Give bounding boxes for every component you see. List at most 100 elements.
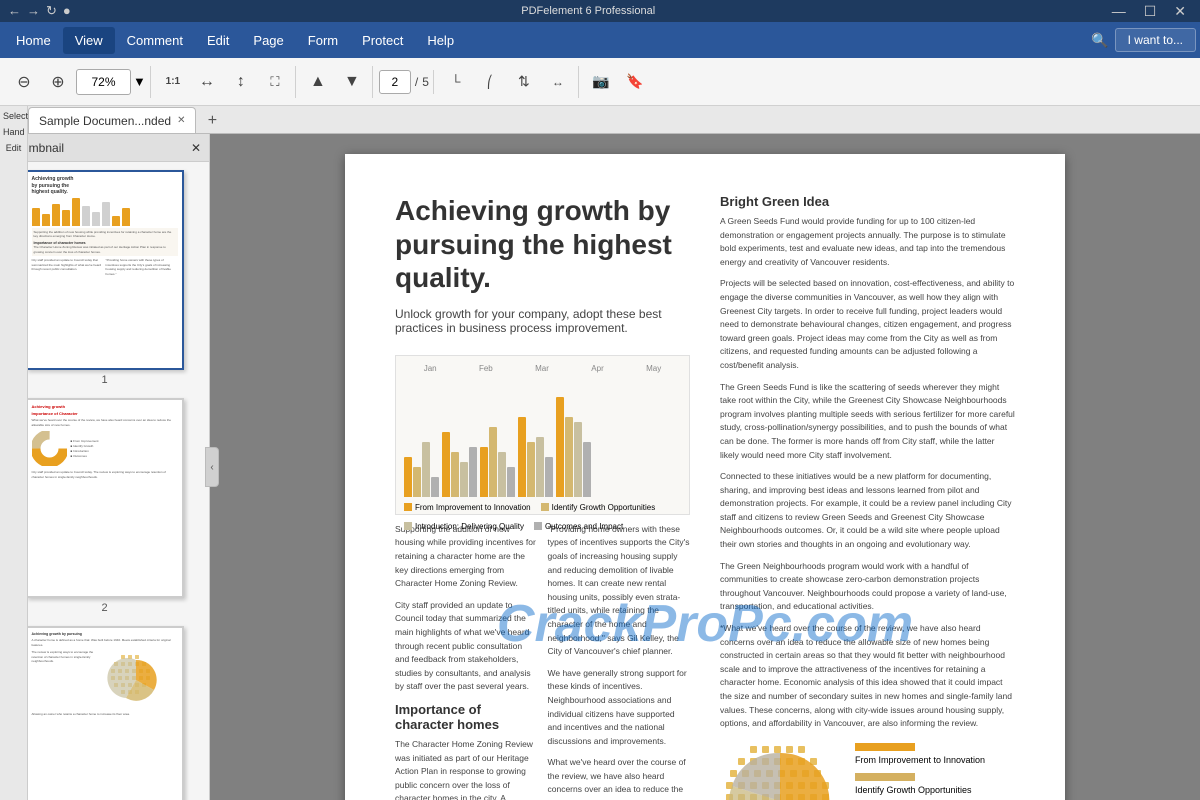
chart-legend: From Improvement to Innovation Identify …: [404, 503, 681, 531]
thumbnail-page-2[interactable]: Achieving growth Importance of Character…: [8, 398, 201, 614]
menu-edit[interactable]: Edit: [195, 27, 241, 54]
menubar: Home View Comment Edit Page Form Protect…: [0, 22, 1200, 58]
pie-legend-2: Identify Growth Opportunities: [855, 785, 972, 795]
body-text-8: We have generally strong support for the…: [548, 667, 691, 749]
right-text-col: "Providing home owners with these types …: [548, 523, 691, 800]
thumbnail-list[interactable]: Achieving growthby pursuing thehighest q…: [0, 162, 209, 800]
legend-1: From Improvement to Innovation: [415, 503, 531, 512]
thumbnail-page-3[interactable]: Achieving growth by pursuing A character…: [8, 626, 201, 800]
extra-group: 📷 🔖: [581, 66, 655, 98]
body-text-7: "Providing home owners with these types …: [548, 523, 691, 659]
body-text-3: The Character Home Zoning Review was ini…: [395, 738, 538, 800]
bright-green-heading: Bright Green Idea: [720, 194, 1015, 209]
zoom-group: ⊖ ⊕ ▼: [4, 66, 151, 98]
menu-home[interactable]: Home: [4, 27, 63, 54]
tabbar: Sample Documen...nded ✕ +: [0, 106, 1200, 134]
page-right-col: Bright Green Idea A Green Seeds Fund wou…: [720, 194, 1015, 800]
thumbnail-page-1[interactable]: Achieving growthby pursuing thehighest q…: [8, 170, 201, 386]
menu-page[interactable]: Page: [241, 27, 295, 54]
legend-4: Outcomes and Impact: [545, 522, 623, 531]
close-btn[interactable]: ✕: [1168, 1, 1192, 22]
minimize-btn[interactable]: —: [1106, 1, 1132, 22]
chart-month-jan: Jan: [424, 364, 437, 373]
page-number-input[interactable]: [379, 70, 411, 94]
edit-tool[interactable]: Edit: [2, 142, 25, 156]
select-tool[interactable]: Select: [2, 110, 25, 124]
bookmark-button[interactable]: 🔖: [619, 66, 651, 98]
menu-view[interactable]: View: [63, 27, 115, 54]
zoom-in-button[interactable]: ⊕: [42, 66, 74, 98]
right-body-4: *What we've heard over the course of the…: [720, 622, 1015, 731]
view-mode-group: 1:1 ↔ ↕ ⛶: [153, 66, 296, 98]
menu-protect[interactable]: Protect: [350, 27, 415, 54]
right-body-3: The Green Neighbourhoods program would w…: [720, 560, 1015, 614]
new-tab-button[interactable]: +: [200, 109, 224, 133]
chart-month-mar: Mar: [535, 364, 549, 373]
page-1: CrackProPc.com Achieving growth by pursu…: [345, 154, 1065, 800]
toolbar: ⊖ ⊕ ▼ 1:1 ↔ ↕ ⛶ ▲ ▼ / 5 └ ⎛ ⇅ ↔ 📷 🔖: [0, 58, 1200, 106]
page-separator: /: [415, 75, 418, 89]
snapshot-button[interactable]: 📷: [585, 66, 617, 98]
nav-group: ▲ ▼: [298, 66, 373, 98]
crop-button[interactable]: └: [440, 66, 472, 98]
window-controls: — ☐ ✕: [1106, 1, 1192, 22]
main-area: Thumbnail ✕ Achieving growthby pursuing …: [0, 134, 1200, 800]
legend-3: Introduction: Delivering Quality: [415, 522, 524, 531]
body-text-2: City staff provided an update to Council…: [395, 599, 538, 694]
search-label: I want to...: [1128, 33, 1183, 47]
pie-legend-1: From Improvement to Innovation: [855, 755, 985, 765]
menu-form[interactable]: Form: [296, 27, 350, 54]
chart-month-may: May: [646, 364, 661, 373]
maximize-btn[interactable]: ☐: [1138, 1, 1163, 22]
rotate-button[interactable]: ⇅: [508, 66, 540, 98]
zoom-input[interactable]: [76, 69, 131, 95]
section-importance: Importance of character homes: [395, 702, 538, 732]
zoom-dropdown-icon[interactable]: ▼: [133, 74, 146, 89]
pie-legend: From Improvement to Innovation Identify …: [855, 743, 985, 800]
body-text-1: Supporting the addition of new housing w…: [395, 523, 538, 591]
bright-green-text2: Projects will be selected based on innov…: [720, 277, 1015, 372]
page-1-num: 1: [101, 374, 107, 386]
titlebar-undo-redo: ←→↻●: [8, 3, 71, 19]
thumbnail-img-2: Achieving growth Importance of Character…: [26, 398, 184, 598]
chart-month-apr: Apr: [591, 364, 603, 373]
app-title: PDFelement 6 Professional: [521, 5, 655, 17]
right-body-2: Connected to these initiatives would be …: [720, 470, 1015, 552]
page-title: Achieving growth by pursuing the highest…: [395, 194, 690, 295]
bright-green-text1: A Green Seeds Fund would provide funding…: [720, 215, 1015, 269]
fit-actual-button[interactable]: 1:1: [157, 66, 189, 98]
zoom-out-button[interactable]: ⊖: [8, 66, 40, 98]
search-button[interactable]: I want to...: [1115, 28, 1196, 52]
left-text-col: Supporting the addition of new housing w…: [395, 523, 538, 800]
page-2-num: 2: [101, 602, 107, 614]
compare-button[interactable]: ↔: [542, 66, 574, 98]
thumbnail-img-3: Achieving growth by pursuing A character…: [26, 626, 184, 800]
full-screen-button[interactable]: ⛶: [259, 66, 291, 98]
panel-collapse-handle[interactable]: ‹: [205, 447, 219, 487]
left-tools: Select Hand Edit: [0, 106, 28, 800]
menu-comment[interactable]: Comment: [115, 27, 195, 54]
thumbnail-panel: Thumbnail ✕ Achieving growthby pursuing …: [0, 134, 210, 800]
document-viewer[interactable]: CrackProPc.com Achieving growth by pursu…: [210, 134, 1200, 800]
menu-help[interactable]: Help: [415, 27, 466, 54]
select-area-button[interactable]: ⎛: [474, 66, 506, 98]
thumbnail-close-icon[interactable]: ✕: [191, 141, 201, 155]
tab-close-button[interactable]: ✕: [177, 115, 185, 126]
page-subtitle: Unlock growth for your company, adopt th…: [395, 307, 690, 335]
fit-width-button[interactable]: ↔: [191, 66, 223, 98]
page-navigation: / 5: [379, 70, 429, 94]
fit-height-button[interactable]: ↕: [225, 66, 257, 98]
legend-2: Identify Growth Opportunities: [552, 503, 656, 512]
bar-chart: [404, 377, 681, 497]
body-text-9: What we've heard over the course of the …: [548, 756, 691, 800]
thumbnail-img-1: Achieving growthby pursuing thehighest q…: [26, 170, 184, 370]
next-page-button[interactable]: ▼: [336, 66, 368, 98]
prev-page-button[interactable]: ▲: [302, 66, 334, 98]
document-tab[interactable]: Sample Documen...nded ✕: [28, 107, 196, 133]
page-total: 5: [422, 75, 429, 89]
zoom-control: ▼: [76, 69, 146, 95]
menu-right: 🔍 I want to...: [1091, 28, 1196, 52]
titlebar: ←→↻● PDFelement 6 Professional — ☐ ✕: [0, 0, 1200, 22]
hand-tool[interactable]: Hand: [2, 126, 25, 140]
tool-group: └ ⎛ ⇅ ↔: [436, 66, 579, 98]
